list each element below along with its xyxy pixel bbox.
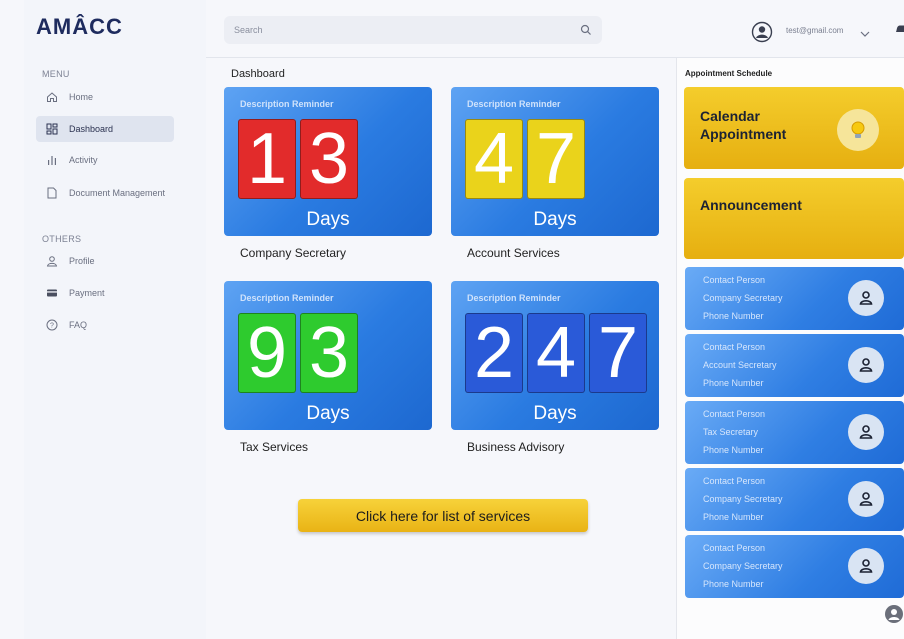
person-icon: [848, 414, 884, 450]
contact-phone-label: Phone Number: [703, 311, 764, 321]
card-label: Description Reminder: [240, 99, 334, 109]
page-title: Dashboard: [231, 68, 285, 80]
bar-chart-icon: [44, 153, 60, 167]
countdown-digit: 1: [238, 119, 296, 199]
countdown-digit: 2: [465, 313, 523, 393]
days-label: Days: [533, 403, 577, 424]
contact-phone-label: Phone Number: [703, 378, 764, 388]
chat-avatar-icon[interactable]: [884, 604, 904, 629]
search-icon[interactable]: [580, 23, 592, 41]
calendar-appointment-label: Calendar Appointment: [700, 108, 787, 142]
sidebar-item-label: Payment: [69, 288, 105, 298]
days-label: Days: [533, 209, 577, 230]
countdown-digit: 4: [527, 313, 585, 393]
document-icon: [44, 186, 60, 200]
contact-card[interactable]: Contact Person Account Secretary Phone N…: [685, 334, 904, 397]
contact-phone-label: Phone Number: [703, 579, 764, 589]
lightbulb-icon: [837, 109, 879, 151]
contact-person-label: Contact Person: [703, 275, 766, 285]
contact-role: Company Secretary: [703, 293, 783, 303]
reminder-card-business-advisory[interactable]: Description Reminder 2 4 7 Days: [451, 281, 659, 430]
contact-role: Tax Secretary: [703, 427, 759, 437]
countdown-digits: 2 4 7: [465, 313, 647, 393]
brand-logo[interactable]: AMÂCC: [36, 14, 123, 40]
person-icon: [848, 548, 884, 584]
card-label: Description Reminder: [467, 99, 561, 109]
person-icon: [848, 347, 884, 383]
card-title: Company Secretary: [240, 246, 347, 260]
countdown-digits: 4 7: [465, 119, 585, 199]
bell-icon[interactable]: [895, 22, 904, 40]
contact-role: Company Secretary: [703, 561, 783, 571]
countdown-digit: 4: [465, 119, 523, 199]
card-label: Description Reminder: [467, 293, 561, 303]
calendar-appointment-card[interactable]: Calendar Appointment: [684, 87, 904, 169]
contact-card[interactable]: Contact Person Company Secretary Phone N…: [685, 468, 904, 531]
sidebar-item-faq[interactable]: ? FAQ: [36, 312, 174, 338]
sidebar-item-dashboard[interactable]: Dashboard: [36, 116, 174, 142]
help-icon: ?: [44, 318, 60, 332]
contact-card[interactable]: Contact Person Company Secretary Phone N…: [685, 267, 904, 330]
contact-phone-label: Phone Number: [703, 512, 764, 522]
sidebar-item-payment[interactable]: Payment: [36, 280, 174, 306]
contact-person-label: Contact Person: [703, 342, 766, 352]
reminder-card-account-services[interactable]: Description Reminder 4 7 Days: [451, 87, 659, 236]
announcement-label: Announcement: [700, 197, 802, 213]
sidebar-item-label: Document Management: [69, 188, 166, 198]
sidebar-item-label: FAQ: [69, 320, 88, 330]
contact-person-label: Contact Person: [703, 476, 766, 486]
user-email[interactable]: test@gmail.com: [786, 26, 843, 35]
search-placeholder: Search: [234, 25, 263, 35]
countdown-digit: 3: [300, 119, 358, 199]
countdown-digit: 9: [238, 313, 296, 393]
search-input[interactable]: Search: [224, 16, 602, 44]
countdown-digit: 7: [527, 119, 585, 199]
dashboard-icon: [44, 122, 60, 136]
days-label: Days: [306, 209, 350, 230]
list-of-services-button[interactable]: Click here for list of services: [298, 499, 588, 532]
reminder-card-tax-services[interactable]: Description Reminder 9 3 Days: [224, 281, 432, 430]
person-icon: [848, 481, 884, 517]
others-section-label: OTHERS: [42, 234, 82, 244]
card-icon: [44, 286, 60, 300]
countdown-digit: 3: [300, 313, 358, 393]
card-title: Business Advisory: [467, 440, 565, 454]
sidebar-item-document-management[interactable]: Document Management: [36, 180, 174, 206]
sidebar: AMÂCC MENU Home Dashboard Activity Docum…: [24, 0, 206, 639]
svg-text:?: ?: [50, 323, 54, 330]
contact-card[interactable]: Contact Person Company Secretary Phone N…: [685, 535, 904, 598]
card-label: Description Reminder: [240, 293, 334, 303]
home-icon: [44, 90, 60, 104]
menu-section-label: MENU: [42, 69, 70, 79]
contact-person-label: Contact Person: [703, 543, 766, 553]
countdown-digit: 7: [589, 313, 647, 393]
days-label: Days: [306, 403, 350, 424]
sidebar-item-activity[interactable]: Activity: [36, 147, 174, 173]
contact-role: Company Secretary: [703, 494, 783, 504]
countdown-digits: 9 3: [238, 313, 358, 393]
chevron-down-icon[interactable]: [860, 25, 870, 43]
appointment-schedule-title: Appointment Schedule: [685, 69, 773, 78]
person-icon: [848, 280, 884, 316]
countdown-digits: 1 3: [238, 119, 358, 199]
user-avatar-icon[interactable]: [751, 21, 775, 43]
reminder-card-company-secretary[interactable]: Description Reminder 1 3 Days: [224, 87, 432, 236]
sidebar-item-label: Dashboard: [69, 124, 114, 134]
card-title: Tax Services: [240, 440, 309, 454]
sidebar-item-label: Home: [69, 92, 94, 102]
card-title: Account Services: [467, 246, 560, 260]
sidebar-item-profile[interactable]: Profile: [36, 248, 174, 274]
contact-person-label: Contact Person: [703, 409, 766, 419]
announcement-card[interactable]: Announcement: [684, 178, 904, 259]
contact-card[interactable]: Contact Person Tax Secretary Phone Numbe…: [685, 401, 904, 464]
sidebar-item-label: Activity: [69, 155, 98, 165]
contact-phone-label: Phone Number: [703, 445, 764, 455]
sidebar-item-label: Profile: [69, 256, 95, 266]
sidebar-item-home[interactable]: Home: [36, 84, 174, 110]
app-page: AMÂCC MENU Home Dashboard Activity Docum…: [0, 0, 904, 639]
contact-role: Account Secretary: [703, 360, 777, 370]
profile-icon: [44, 254, 60, 268]
